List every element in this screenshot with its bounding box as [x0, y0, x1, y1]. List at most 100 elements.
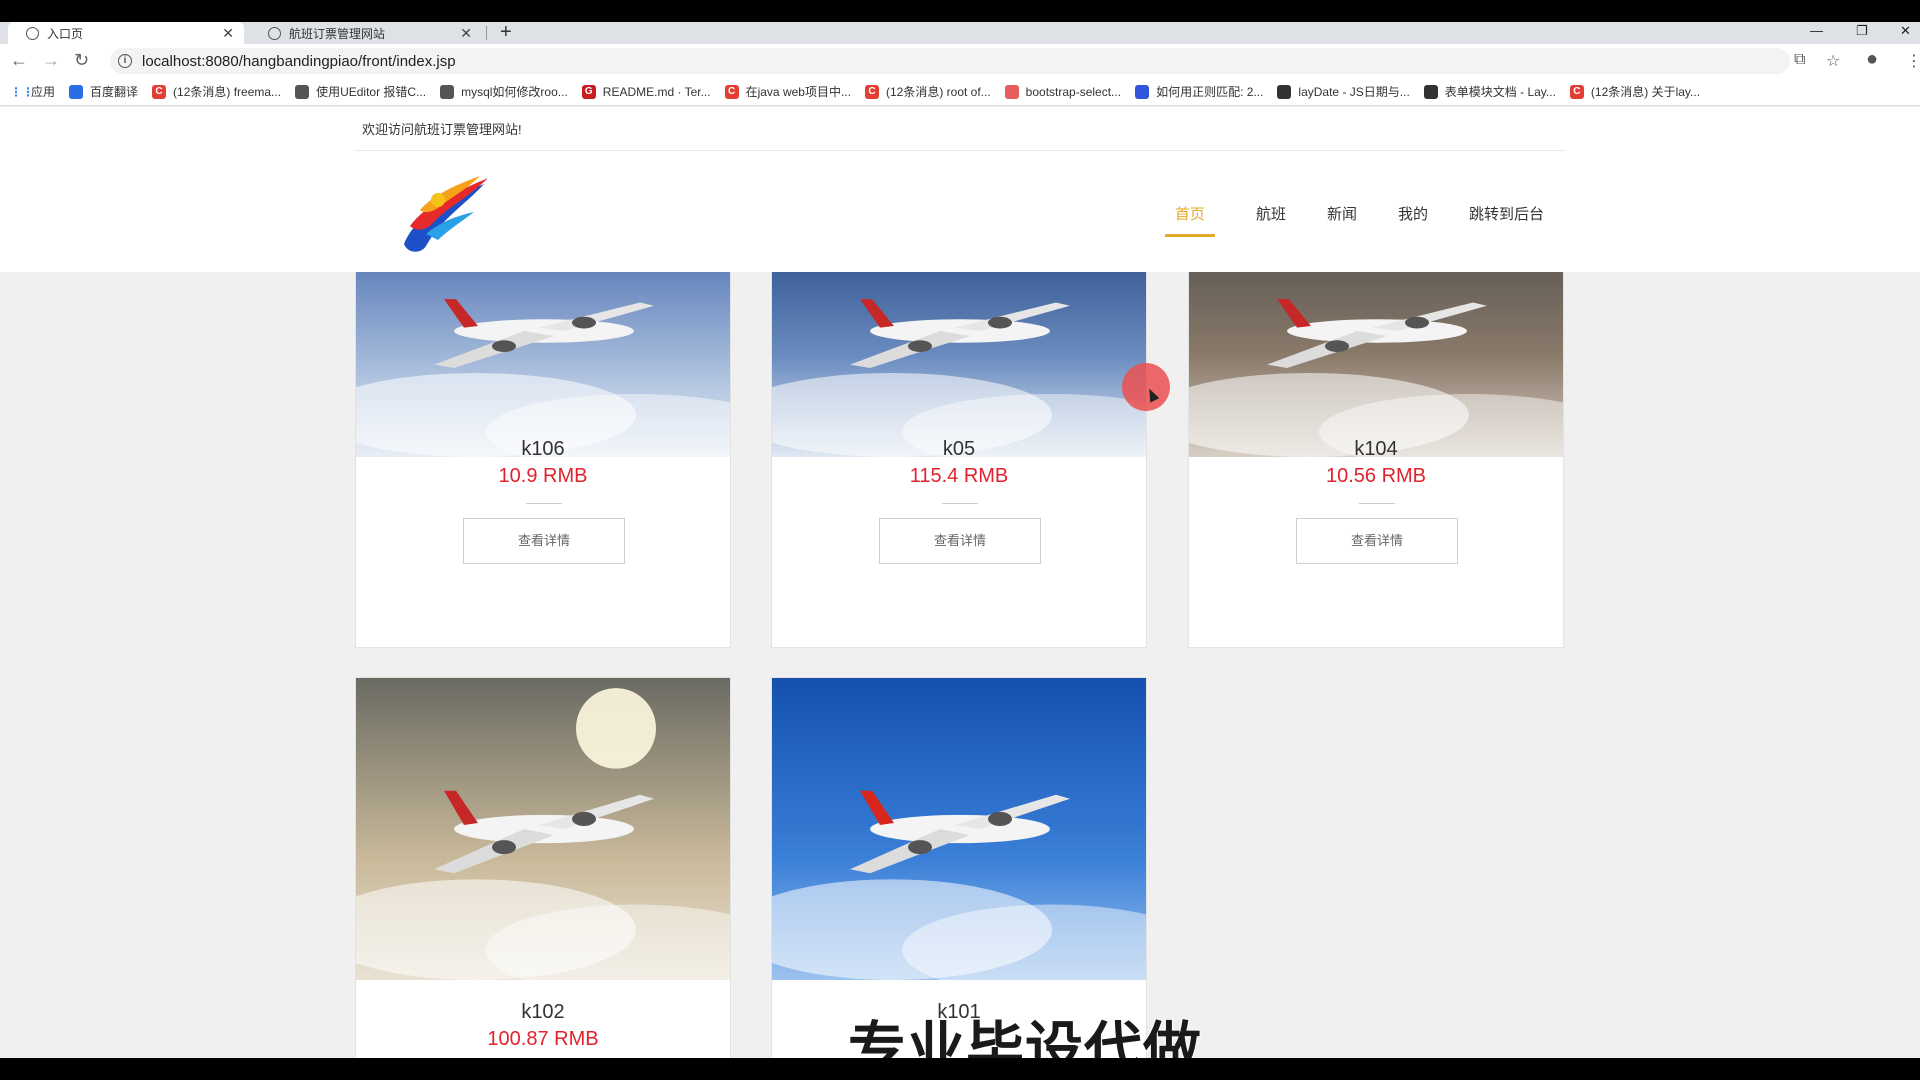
apps-grid-icon: ⋮⋮	[10, 84, 34, 99]
flight-card[interactable]: k05 115.4 RMB 查看详情	[771, 244, 1147, 648]
forward-button[interactable]: →	[42, 51, 60, 69]
main-nav: 首页 航班 新闻 我的 跳转到后台	[1135, 203, 1544, 237]
flight-card[interactable]: k101	[771, 677, 1147, 1058]
bookmark-label: (12条消息) freema...	[173, 85, 282, 99]
bookmark-item[interactable]: layDate - JS日期与...	[1277, 83, 1410, 100]
globe-icon	[26, 26, 39, 40]
welcome-text: 欢迎访问航班订票管理网站!	[362, 122, 522, 137]
card-divider	[942, 503, 978, 504]
bookmark-item[interactable]: bootstrap-select...	[1004, 84, 1122, 99]
flight-number: k102	[521, 1001, 565, 1023]
address-bar[interactable]: i localhost:8080/hangbandingpiao/front/i…	[110, 48, 1790, 74]
flight-price: 10.9 RMB	[498, 465, 588, 487]
watermark-text: 专业毕设代做	[847, 1016, 1203, 1058]
nav-item[interactable]: 跳转到后台	[1469, 203, 1544, 237]
web-page: 欢迎访问航班订票管理网站! 首页 航班 新闻 我的 跳转到后台 k106 10.9 RMB…	[0, 107, 1920, 1058]
url-text: localhost:8080/hangbandingpiao/front/ind…	[142, 52, 456, 70]
nav-item[interactable]: 航班	[1256, 203, 1286, 237]
tab-strip: 入口页 ✕ 航班订票管理网站 ✕ + — ❐ ✕	[0, 22, 1920, 44]
bookmark-label: bootstrap-select...	[1025, 84, 1122, 99]
link-icon	[440, 84, 455, 99]
baidu-translate-icon	[69, 84, 84, 99]
bookmarks-bar: ⋮⋮ 应用 百度翻译 C (12条消息) freema... 使用UEditor 报错C.…	[0, 78, 1920, 106]
flight-number: k104	[1354, 438, 1398, 460]
bookmark-item[interactable]: 使用UEditor 报错C...	[295, 83, 426, 100]
nav-item[interactable]: 新闻	[1327, 203, 1357, 237]
airplane-photo[interactable]	[356, 245, 730, 457]
site-logo[interactable]	[396, 174, 492, 256]
view-details-button[interactable]: 查看详情	[879, 518, 1041, 564]
bookmark-item[interactable]: mysql如何修改roo...	[440, 83, 568, 100]
bookmark-item[interactable]: ⋮⋮ 应用	[10, 83, 55, 100]
view-details-button[interactable]: 查看详情	[1296, 518, 1458, 564]
shield-icon	[268, 26, 281, 40]
close-tab-icon[interactable]: ✕	[460, 25, 472, 42]
menu-icon[interactable]: ⋮	[1906, 51, 1920, 71]
cursor-highlight	[1122, 363, 1170, 411]
flight-number: k05	[942, 438, 976, 460]
bookmark-label: mysql如何修改roo...	[461, 85, 568, 99]
bookmark-label: 使用UEditor 报错C...	[316, 85, 427, 99]
csdn-icon: C	[1569, 84, 1584, 99]
close-window-button[interactable]: ✕	[1900, 22, 1911, 40]
nav-item[interactable]: 首页	[1164, 203, 1215, 237]
bookmark-item[interactable]: C (12条消息) freema...	[152, 83, 281, 100]
tab-flight-site[interactable]: 航班订票管理网站 ✕	[250, 22, 482, 44]
bookmark-item[interactable]: C (12条消息) 关于lay...	[1569, 83, 1701, 100]
layui-icon	[1423, 84, 1438, 99]
back-button[interactable]: ←	[10, 51, 28, 69]
bookmark-item[interactable]: 百度翻译	[69, 83, 138, 100]
bookmark-label: 应用	[31, 85, 56, 99]
bookmark-label: 如何用正则匹配: 2...	[1156, 85, 1264, 99]
site-header: 欢迎访问航班订票管理网站! 首页 航班 新闻 我的 跳转到后台	[0, 107, 1920, 272]
csdn-icon: C	[724, 84, 739, 99]
header-divider	[355, 150, 1565, 151]
flight-card[interactable]: k104 10.56 RMB 查看详情	[1188, 244, 1564, 648]
close-tab-icon[interactable]: ✕	[222, 25, 234, 42]
tab-title: 航班订票管理网站	[289, 26, 386, 41]
bookmark-label: (12条消息) root of...	[885, 85, 991, 99]
flight-price: 100.87 RMB	[487, 1028, 599, 1050]
bookmark-label: 百度翻译	[90, 85, 139, 99]
restore-button[interactable]: ❐	[1856, 22, 1868, 40]
bookmark-label: (12条消息) 关于lay...	[1590, 85, 1701, 99]
bookmark-item[interactable]: C (12条消息) root of...	[864, 83, 991, 100]
csdn-icon: C	[864, 84, 879, 99]
csdn-icon: C	[152, 84, 167, 99]
layui-icon	[1277, 84, 1292, 99]
tab-title: 入口页	[47, 26, 84, 41]
bookmark-label: layDate - JS日期与...	[1298, 85, 1410, 99]
bookmark-icon	[1004, 84, 1019, 99]
baidu-paw-icon	[1135, 84, 1150, 99]
bookmark-item[interactable]: 表单模块文档 - Lay...	[1423, 83, 1556, 100]
bookmark-item[interactable]: G README.md · Ter...	[581, 84, 711, 99]
tab-entry-page[interactable]: 入口页 ✕	[8, 22, 244, 44]
new-tab-button[interactable]: +	[500, 22, 512, 42]
bookmark-label: 表单模块文档 - Lay...	[1444, 85, 1556, 99]
reload-button[interactable]: ↻	[74, 51, 89, 69]
flight-price: 10.56 RMB	[1325, 465, 1427, 487]
translate-icon[interactable]: ⧉	[1794, 51, 1805, 69]
flight-number: k106	[521, 438, 565, 460]
airplane-photo[interactable]	[356, 678, 730, 980]
flight-card[interactable]: k102 100.87 RMB	[355, 677, 731, 1058]
bookmark-label: README.md · Ter...	[602, 84, 711, 99]
info-icon[interactable]: i	[118, 54, 132, 68]
bookmark-label: 在java web项目中...	[745, 85, 851, 99]
star-icon[interactable]: ☆	[1826, 51, 1840, 71]
bookmark-item[interactable]: C 在java web项目中...	[724, 83, 851, 100]
airplane-photo[interactable]	[772, 678, 1146, 980]
tab-separator	[486, 26, 487, 40]
airplane-photo[interactable]	[772, 245, 1146, 457]
browser-toolbar: ← → ↻ i localhost:8080/hangbandingpiao/f…	[0, 44, 1920, 78]
minimize-button[interactable]: —	[1810, 22, 1823, 40]
flight-card[interactable]: k106 10.9 RMB 查看详情	[355, 244, 731, 648]
view-details-button[interactable]: 查看详情	[463, 518, 625, 564]
profile-icon[interactable]: ●	[1866, 48, 1878, 71]
card-divider	[526, 503, 562, 504]
card-divider	[1359, 503, 1395, 504]
airplane-photo[interactable]	[1189, 245, 1563, 457]
bookmark-item[interactable]: 如何用正则匹配: 2...	[1135, 83, 1263, 100]
nav-item[interactable]: 我的	[1398, 203, 1428, 237]
gitee-icon: G	[581, 84, 596, 99]
